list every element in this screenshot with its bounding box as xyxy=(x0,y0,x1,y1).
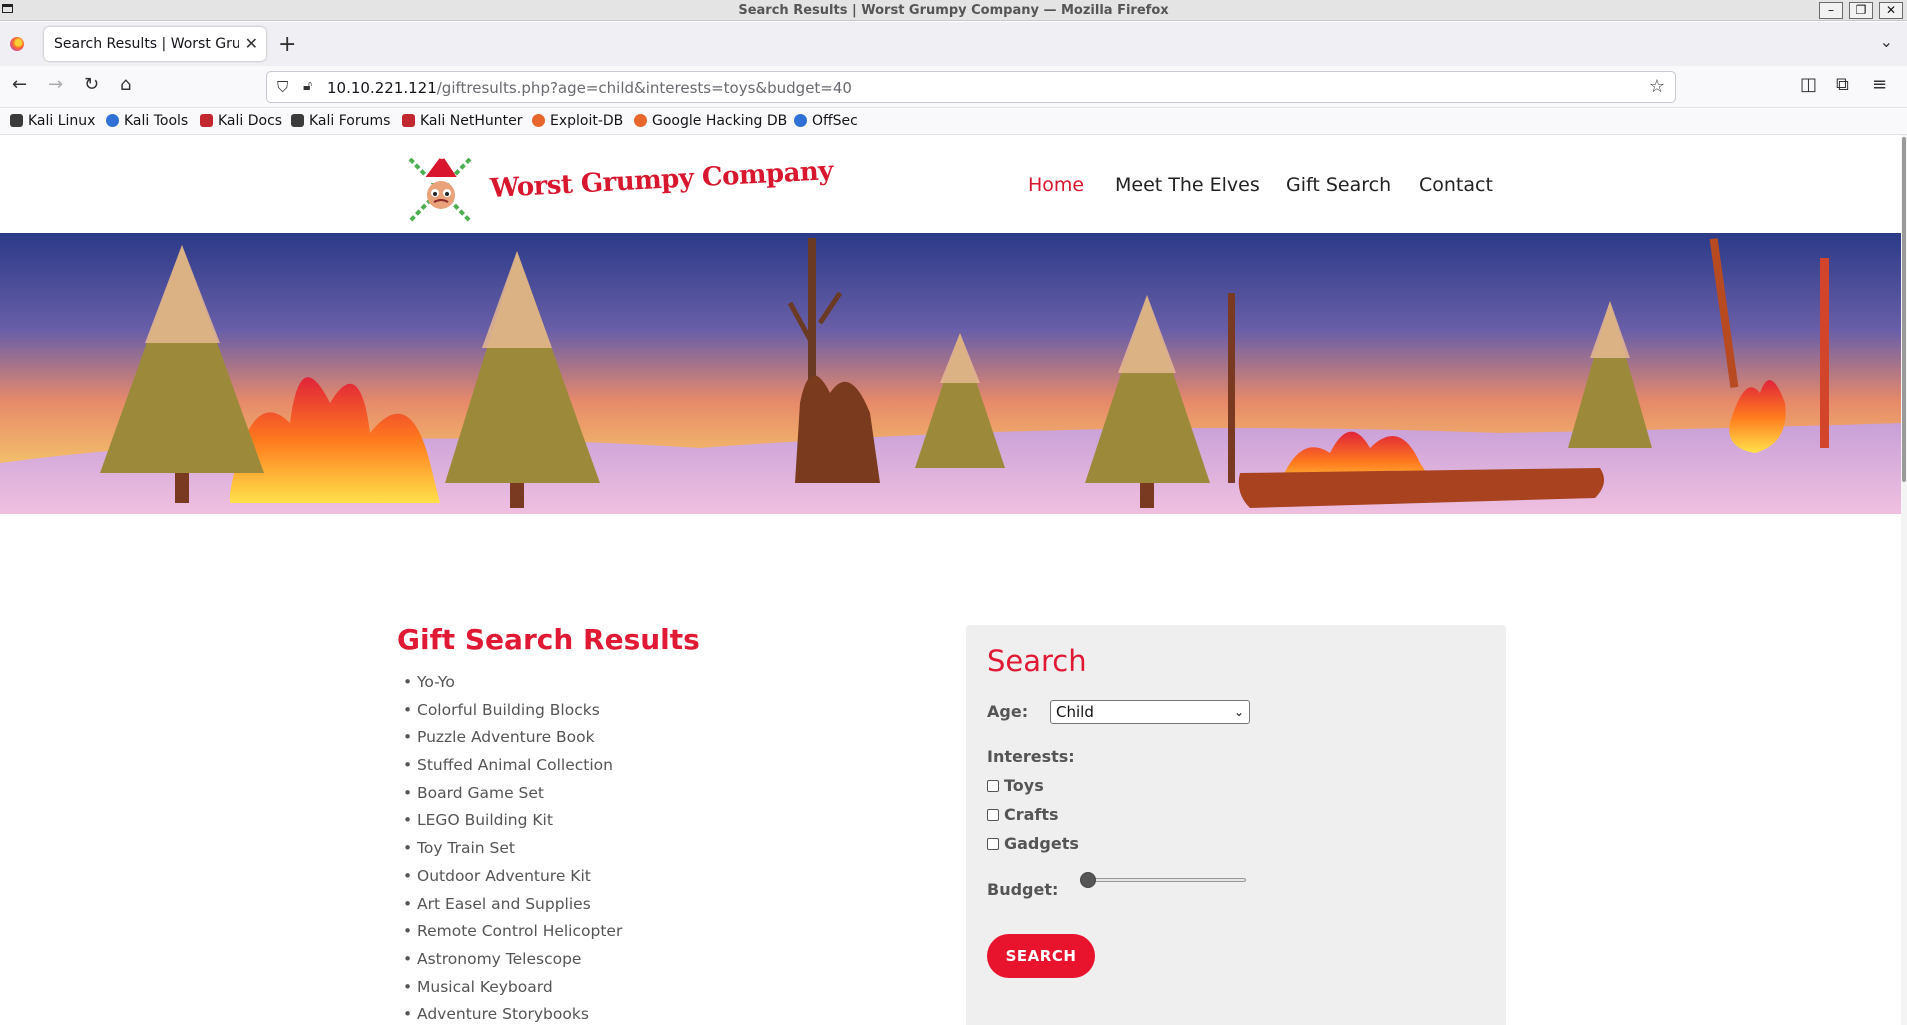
budget-label: Budget: xyxy=(987,880,1059,899)
window-title: Search Results | Worst Grumpy Company — … xyxy=(738,3,1169,18)
extensions-icon[interactable]: ⧉ xyxy=(1836,76,1849,94)
bookmarks-toolbar: Kali Linux Kali Tools Kali Docs Kali For… xyxy=(0,109,1907,135)
bookmark-kali-nethunter[interactable]: Kali NetHunter xyxy=(402,113,522,129)
age-select[interactable]: Child ⌄ xyxy=(1050,700,1250,724)
list-item: LEGO Building Kit xyxy=(403,807,622,835)
list-item: Colorful Building Blocks xyxy=(403,697,622,725)
kali-nethunter-icon xyxy=(402,114,415,127)
bookmark-star-icon[interactable]: ☆ xyxy=(1649,76,1665,97)
firefox-icon xyxy=(10,37,24,51)
list-item: Board Game Set xyxy=(403,780,622,808)
site-header: Worst Grumpy Company Home Meet The Elves… xyxy=(0,135,1901,233)
minimize-button[interactable]: – xyxy=(1819,2,1843,19)
list-item: Puzzle Adventure Book xyxy=(403,724,622,752)
tab-strip: Search Results | Worst Grumpy Company ✕ … xyxy=(0,22,1907,66)
home-button[interactable]: ⌂ xyxy=(120,76,131,94)
list-all-tabs-icon[interactable]: ⌄ xyxy=(1880,32,1893,51)
bookmark-kali-docs[interactable]: Kali Docs xyxy=(200,113,282,129)
tracking-protection-icon[interactable]: ⛉ xyxy=(277,78,288,96)
insecure-connection-icon[interactable]: 🔓︎ xyxy=(303,78,312,94)
offsec-icon xyxy=(794,114,807,127)
chevron-down-icon: ⌄ xyxy=(1233,705,1244,719)
maximize-button[interactable]: ❐ xyxy=(1849,2,1873,19)
toys-label: Toys xyxy=(1004,776,1044,795)
kali-tools-icon xyxy=(106,114,119,127)
crafts-checkbox[interactable] xyxy=(987,809,999,821)
list-item: Toy Train Set xyxy=(403,835,622,863)
list-item: Stuffed Animal Collection xyxy=(403,752,622,780)
list-item: Musical Keyboard xyxy=(403,974,622,1002)
gadgets-checkbox[interactable] xyxy=(987,838,999,850)
app-menu-icon[interactable]: ≡ xyxy=(1872,76,1887,94)
budget-slider-thumb[interactable] xyxy=(1080,872,1096,888)
toys-checkbox[interactable] xyxy=(987,780,999,792)
nav-meet-the-elves[interactable]: Meet The Elves xyxy=(1115,174,1260,196)
search-heading: Search xyxy=(987,644,1087,678)
forward-button[interactable]: → xyxy=(48,76,63,94)
bookmark-kali-forums[interactable]: Kali Forums xyxy=(291,113,390,129)
kali-docs-icon xyxy=(200,114,213,127)
list-item: Art Easel and Supplies xyxy=(403,891,622,919)
bookmark-exploit-db[interactable]: Exploit-DB xyxy=(532,113,623,129)
age-select-value: Child xyxy=(1056,703,1094,721)
bookmark-kali-linux[interactable]: Kali Linux xyxy=(10,113,95,129)
back-button[interactable]: ← xyxy=(12,76,27,94)
budget-slider-track[interactable] xyxy=(1086,878,1246,882)
nav-gift-search[interactable]: Gift Search xyxy=(1286,174,1391,196)
new-tab-button[interactable]: + xyxy=(278,32,296,57)
search-button[interactable]: SEARCH xyxy=(987,934,1095,978)
hero-banner xyxy=(0,233,1901,514)
bookmark-google-hacking-db[interactable]: Google Hacking DB xyxy=(634,113,787,129)
nav-home[interactable]: Home xyxy=(1028,174,1084,196)
crafts-label: Crafts xyxy=(1004,805,1059,824)
kali-forums-icon xyxy=(291,114,304,127)
list-item: Remote Control Helicopter xyxy=(403,918,622,946)
list-item: Astronomy Telescope xyxy=(403,946,622,974)
exploit-db-icon xyxy=(532,114,545,127)
interest-toys[interactable]: Toys xyxy=(987,776,1044,795)
url-text[interactable]: 10.10.221.121/giftresults.php?age=child&… xyxy=(327,79,852,97)
reload-button[interactable]: ↻ xyxy=(84,76,99,94)
nav-contact[interactable]: Contact xyxy=(1419,174,1493,196)
list-item: Adventure Storybooks xyxy=(403,1001,622,1025)
tab-title: Search Results | Worst Grumpy Company xyxy=(54,36,239,52)
close-tab-icon[interactable]: ✕ xyxy=(245,34,258,53)
page-scrollbar[interactable] xyxy=(1901,135,1907,1025)
gadgets-label: Gadgets xyxy=(1004,834,1079,853)
search-panel: Search Age: Child ⌄ Interests: Toys Craf… xyxy=(966,625,1506,1025)
kali-linux-icon xyxy=(10,114,23,127)
google-hacking-db-icon xyxy=(634,114,647,127)
navigation-toolbar: ← → ↻ ⌂ ⛉ 🔓︎ 10.10.221.121/giftresults.p… xyxy=(0,66,1907,108)
interest-gadgets[interactable]: Gadgets xyxy=(987,834,1079,853)
gift-results-list: Yo-Yo Colorful Building Blocks Puzzle Ad… xyxy=(403,669,622,1025)
tab-search-results[interactable]: Search Results | Worst Grumpy Company ✕ xyxy=(44,27,266,61)
url-path: /giftresults.php?age=child&interests=toy… xyxy=(436,79,852,97)
bookmark-kali-tools[interactable]: Kali Tools xyxy=(106,113,188,129)
window-titlebar: Search Results | Worst Grumpy Company — … xyxy=(0,0,1907,21)
pocket-icon[interactable]: ◫ xyxy=(1800,76,1817,94)
list-item: Yo-Yo xyxy=(403,669,622,697)
url-host: 10.10.221.121 xyxy=(327,79,437,97)
close-window-button[interactable]: ✕ xyxy=(1879,2,1903,19)
interests-label: Interests: xyxy=(987,747,1075,766)
interest-crafts[interactable]: Crafts xyxy=(987,805,1059,824)
page-viewport: Worst Grumpy Company Home Meet The Elves… xyxy=(0,135,1907,1025)
scrollbar-thumb[interactable] xyxy=(1902,137,1906,482)
results-heading: Gift Search Results xyxy=(397,623,700,656)
age-label: Age: xyxy=(987,702,1029,721)
url-bar[interactable]: ⛉ 🔓︎ 10.10.221.121/giftresults.php?age=c… xyxy=(266,71,1676,103)
bookmark-offsec[interactable]: OffSec xyxy=(794,113,858,129)
list-item: Outdoor Adventure Kit xyxy=(403,863,622,891)
